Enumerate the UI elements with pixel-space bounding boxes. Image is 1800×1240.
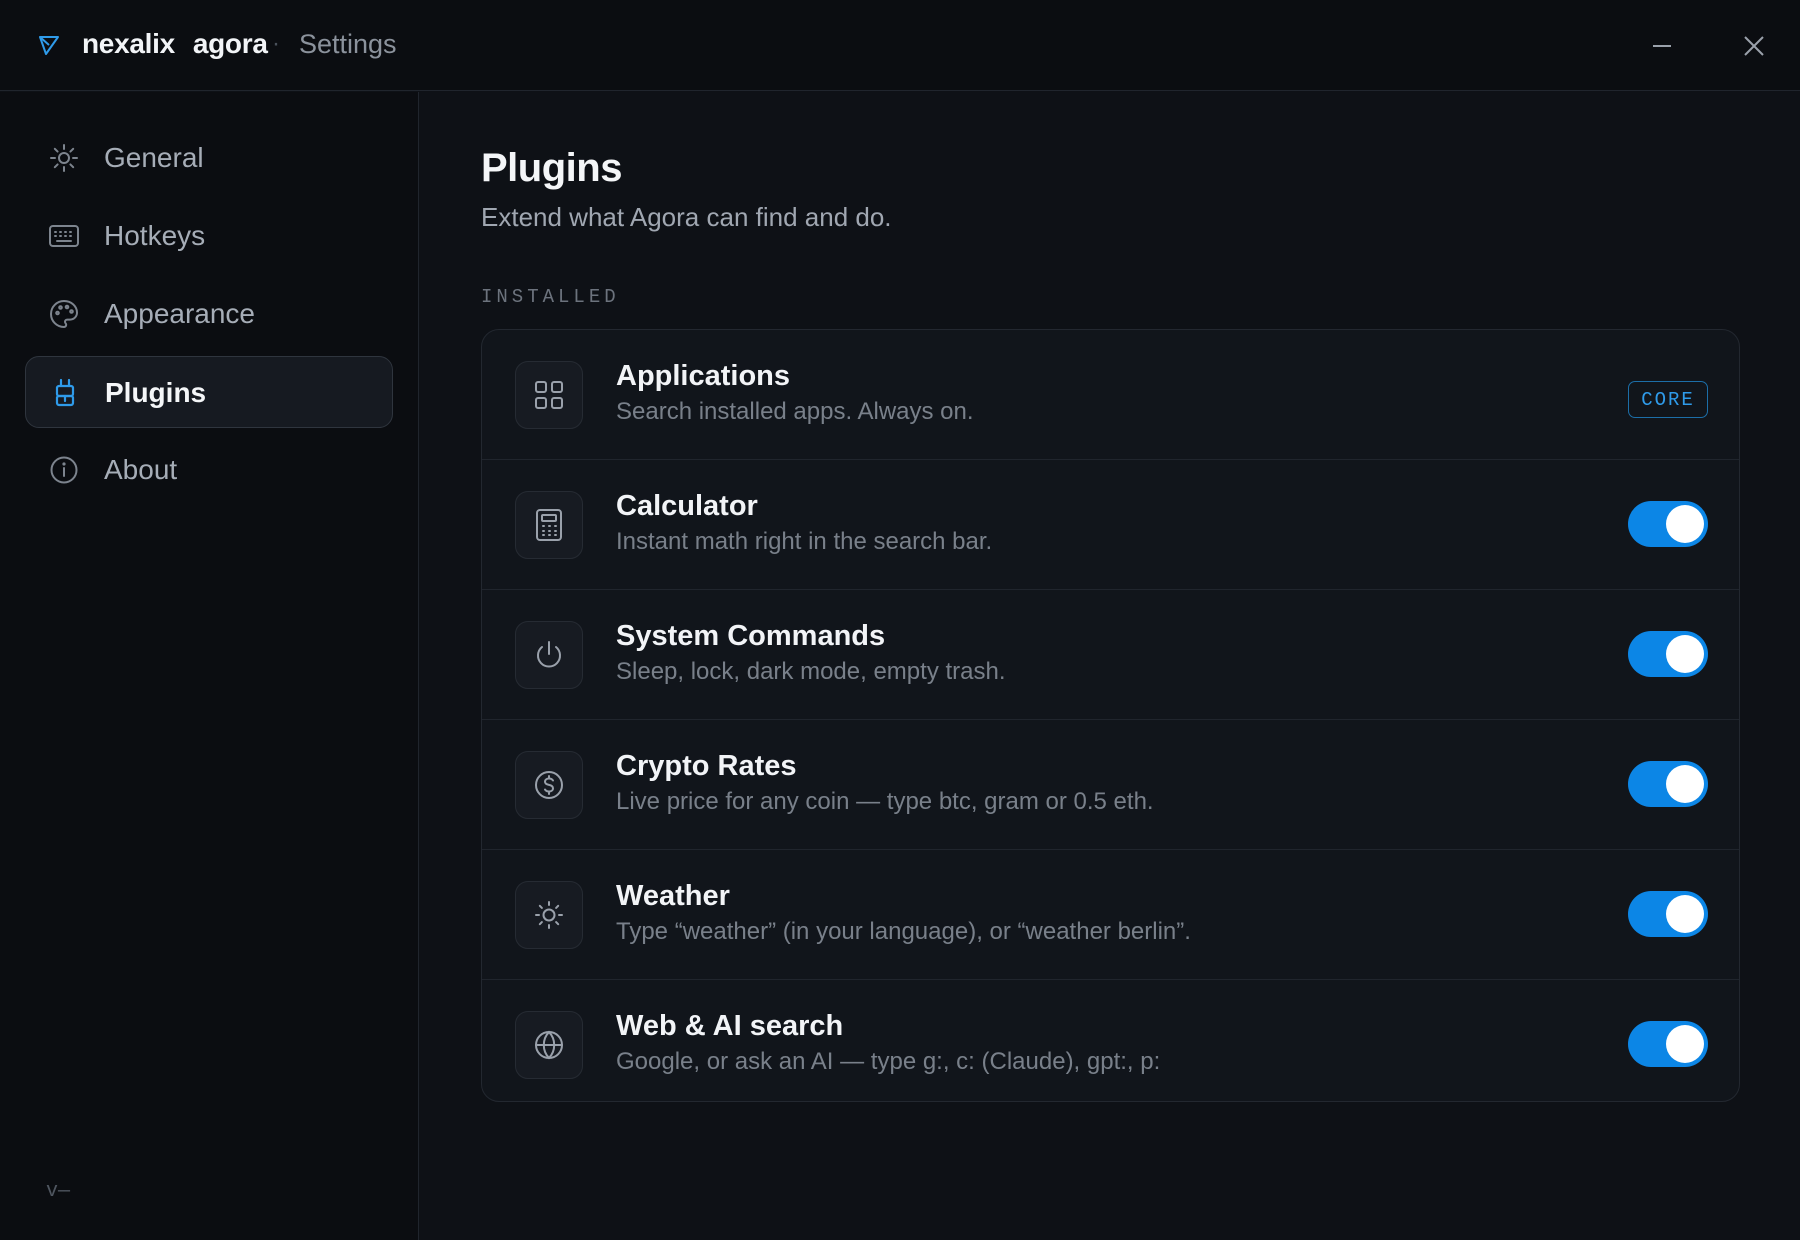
toggle-knob [1666, 765, 1704, 803]
plugin-description: Live price for any coin — type btc, gram… [616, 788, 1154, 815]
page-subtitle: Extend what Agora can find and do. [481, 202, 892, 232]
title-separator: · [272, 30, 280, 57]
sidebar-item-label: Plugins [105, 377, 207, 408]
plugin-name: Applications [616, 360, 791, 392]
plugin-row-web-ai-search: Web & AI search Google, or ask an AI — t… [482, 980, 1739, 1101]
calculator-icon [515, 491, 583, 559]
dollar-coin-icon [515, 751, 583, 819]
sidebar-item-about[interactable]: About [25, 434, 393, 506]
plugin-description: Search installed apps. Always on. [616, 398, 974, 425]
weather-toggle[interactable] [1628, 891, 1708, 937]
minimize-button[interactable] [1640, 24, 1684, 68]
toggle-knob [1666, 1025, 1704, 1063]
core-badge: CORE [1628, 381, 1708, 418]
plugin-description: Sleep, lock, dark mode, empty trash. [616, 658, 1006, 685]
sidebar-item-label: About [104, 454, 178, 485]
keyboard-icon [48, 220, 80, 252]
sidebar-item-label: Appearance [104, 298, 256, 329]
brand-second: agora [192, 28, 268, 59]
palette-icon [48, 298, 80, 330]
sun-gear-icon [48, 142, 80, 174]
toggle-knob [1666, 895, 1704, 933]
plugin-list: Applications Search installed apps. Alwa… [481, 329, 1740, 1102]
toggle-knob [1666, 505, 1704, 543]
sidebar-nav: General Hotkeys Appearance Plugins About… [0, 92, 419, 1240]
section-label: INSTALLED [481, 286, 620, 308]
plugin-row-calculator: Calculator Instant math right in the sea… [482, 460, 1739, 590]
sidebar-item-label: General [104, 142, 204, 173]
toggle-knob [1666, 635, 1704, 673]
plugin-row-system-commands: System Commands Sleep, lock, dark mode, … [482, 590, 1739, 720]
sidebar-item-plugins[interactable]: Plugins [25, 356, 393, 428]
app-brand: nexalix agora [82, 28, 268, 60]
close-button[interactable] [1732, 24, 1776, 68]
page-title: Plugins [481, 146, 622, 190]
plugin-name: Web & AI search [616, 1010, 844, 1042]
plug-icon [49, 377, 81, 409]
sidebar-item-appearance[interactable]: Appearance [25, 278, 393, 350]
triangle-logo-icon [38, 34, 60, 56]
system-commands-toggle[interactable] [1628, 631, 1708, 677]
web-ai-search-toggle[interactable] [1628, 1021, 1708, 1067]
sun-icon [515, 881, 583, 949]
main-panel: Plugins Extend what Agora can find and d… [420, 92, 1800, 1240]
plugin-description: Type “weather” (in your language), or “w… [616, 918, 1191, 945]
globe-icon [515, 1011, 583, 1079]
window-title: Settings [299, 29, 397, 59]
sidebar-item-label: Hotkeys [104, 220, 206, 251]
sidebar-item-general[interactable]: General [25, 122, 393, 194]
plugin-name: Weather [616, 880, 730, 912]
power-icon [515, 621, 583, 689]
close-icon [1743, 35, 1765, 57]
plugin-name: System Commands [616, 620, 886, 652]
plugin-name: Calculator [616, 490, 758, 522]
plugin-name: Crypto Rates [616, 750, 797, 782]
plugin-description: Google, or ask an AI — type g:, c: (Clau… [616, 1048, 1161, 1075]
grid-icon [515, 361, 583, 429]
plugin-row-crypto-rates: Crypto Rates Live price for any coin — t… [482, 720, 1739, 850]
brand-first: nexalix [82, 28, 175, 59]
title-bar: nexalix agora · Settings [0, 0, 1800, 91]
plugin-row-applications: Applications Search installed apps. Alwa… [482, 330, 1739, 460]
info-icon [48, 454, 80, 486]
minimize-icon [1651, 35, 1673, 57]
version-label: v— [46, 1180, 71, 1203]
plugin-row-weather: Weather Type “weather” (in your language… [482, 850, 1739, 980]
crypto-rates-toggle[interactable] [1628, 761, 1708, 807]
sidebar-item-hotkeys[interactable]: Hotkeys [25, 200, 393, 272]
calculator-toggle[interactable] [1628, 501, 1708, 547]
plugin-description: Instant math right in the search bar. [616, 528, 993, 555]
